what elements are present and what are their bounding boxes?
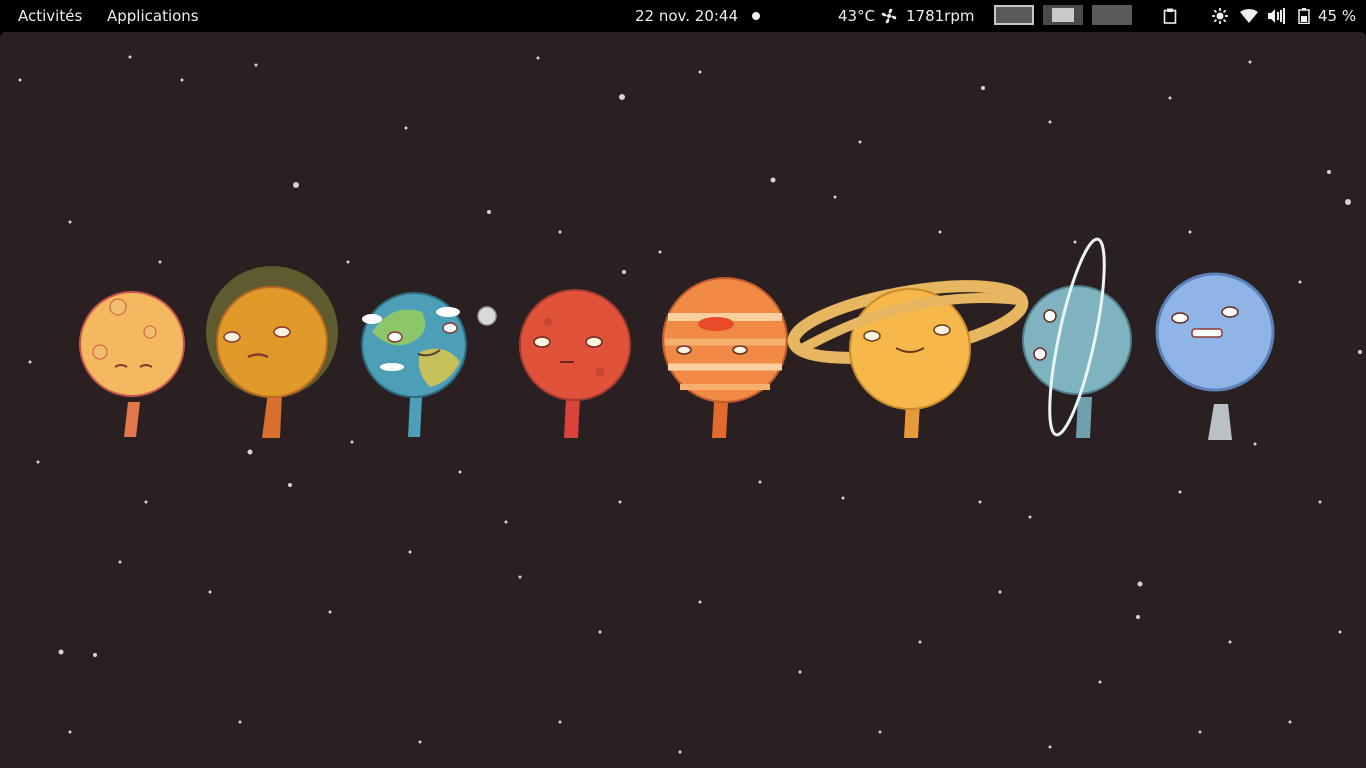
brightness-icon[interactable] [1212, 8, 1228, 24]
workspace-2-thumbnail[interactable] [1043, 5, 1083, 25]
earth-planet [361, 292, 467, 437]
mars-planet [519, 289, 631, 438]
temperature-readout[interactable]: 43°C [838, 0, 875, 32]
moon [477, 306, 497, 326]
venus-planet [206, 266, 338, 438]
battery-icon[interactable] [1298, 8, 1310, 24]
battery-percentage[interactable]: 45 % [1318, 0, 1356, 32]
neptune-planet [1155, 272, 1275, 440]
volume-icon[interactable] [1268, 8, 1286, 24]
fan-speed-readout[interactable]: 1781rpm [906, 0, 974, 32]
top-bar: Activités Applications 22 nov. 20:44 43°… [0, 0, 1366, 32]
saturn-planet [787, 280, 1029, 438]
window-preview [1052, 8, 1074, 22]
wifi-icon[interactable] [1240, 9, 1258, 23]
notification-dot-icon[interactable] [752, 12, 760, 20]
desktop-wallpaper[interactable] [0, 32, 1366, 768]
jupiter-planet [662, 277, 788, 438]
applications-menu[interactable]: Applications [107, 0, 199, 32]
uranus-planet [1022, 237, 1132, 438]
fan-icon [880, 7, 898, 25]
activities-button[interactable]: Activités [18, 0, 82, 32]
planets-wallpaper [79, 237, 1275, 440]
clipboard-icon[interactable] [1163, 8, 1177, 24]
workspace-3-thumbnail[interactable] [1092, 5, 1132, 25]
workspace-1-thumbnail[interactable] [994, 5, 1034, 25]
mercury-planet [79, 291, 185, 437]
clock[interactable]: 22 nov. 20:44 [635, 0, 738, 32]
